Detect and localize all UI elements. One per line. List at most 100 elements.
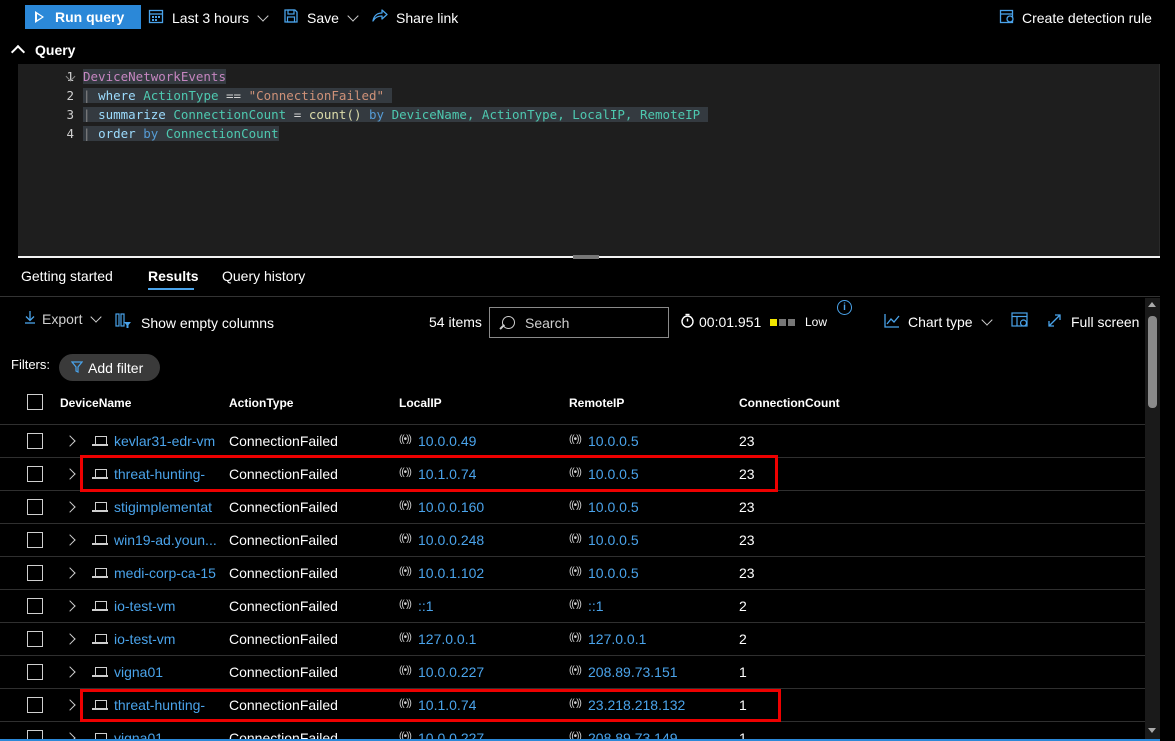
column-header-connectioncount[interactable]: ConnectionCount: [739, 396, 840, 410]
time-range-dropdown[interactable]: Last 3 hours: [148, 8, 269, 28]
local-ip-link[interactable]: 127.0.0.1: [418, 631, 476, 647]
usage-bar-filled: [770, 318, 777, 326]
chevron-right-icon[interactable]: [64, 567, 76, 579]
local-ip-link[interactable]: 10.0.0.248: [418, 532, 484, 548]
table-row[interactable]: vigna01 ConnectionFailed ((•)) 10.0.0.227((…: [0, 721, 1145, 741]
row-checkbox[interactable]: [27, 697, 43, 713]
customize-columns-button[interactable]: [1011, 312, 1029, 331]
chevron-right-icon[interactable]: [64, 501, 76, 513]
table-row[interactable]: io-test-vm ConnectionFailed ((•))::1 ((•)):…: [0, 589, 1145, 622]
collapse-query-icon[interactable]: [10, 44, 26, 60]
local-ip-link[interactable]: 10.0.0.227: [418, 664, 484, 680]
scroll-up-arrow-icon[interactable]: [1148, 302, 1156, 307]
remote-ip-link[interactable]: 10.0.0.5: [588, 532, 639, 548]
table-row[interactable]: kevlar31-edr-vm ConnectionFailed ((•)) 10.0…: [0, 424, 1145, 457]
usage-bar-empty: [779, 318, 786, 326]
local-ip-link[interactable]: 10.0.0.49: [418, 433, 476, 449]
row-checkbox[interactable]: [27, 466, 43, 482]
column-header-localip[interactable]: LocalIP: [399, 396, 442, 410]
column-header-actiontype[interactable]: ActionType: [229, 396, 293, 410]
laptop-icon: [92, 634, 108, 644]
code-field: ActionType: [143, 88, 219, 103]
row-checkbox[interactable]: [27, 433, 43, 449]
download-icon: [24, 310, 36, 327]
scroll-down-arrow-icon[interactable]: [1148, 728, 1156, 733]
device-name-link[interactable]: win19-ad.youn...: [114, 532, 217, 548]
highlight-box: [80, 455, 778, 492]
row-checkbox[interactable]: [27, 664, 43, 680]
query-section-title: Query: [35, 42, 76, 58]
device-name-link[interactable]: kevlar31-edr-vm: [114, 433, 215, 449]
chevron-right-icon[interactable]: [64, 600, 76, 612]
table-row[interactable]: medi-corp-ca-15 ConnectionFailed ((•)) 10.0…: [0, 556, 1145, 589]
chevron-right-icon[interactable]: [64, 468, 76, 480]
add-filter-button[interactable]: Add filter: [59, 354, 160, 381]
full-screen-button[interactable]: Full screen: [1047, 313, 1139, 331]
chevron-right-icon[interactable]: [64, 666, 76, 678]
tab-query-history[interactable]: Query history: [222, 268, 305, 284]
code-keyword: order: [98, 126, 136, 141]
remote-ip-link[interactable]: 10.0.0.5: [588, 565, 639, 581]
table-row[interactable]: io-test-vm ConnectionFailed ((•)) 127.0.0.1…: [0, 622, 1145, 655]
code-keyword: where: [98, 88, 136, 103]
chart-type-dropdown[interactable]: Chart type: [884, 313, 993, 331]
code-operator: ==: [226, 88, 242, 103]
connection-count-cell: 23: [739, 499, 755, 515]
export-dropdown[interactable]: Export: [24, 310, 103, 327]
save-dropdown[interactable]: Save: [283, 8, 359, 28]
device-name-link[interactable]: io-test-vm: [114, 598, 175, 614]
table-row[interactable]: win19-ad.youn... ConnectionFailed ((•)) 10.…: [0, 523, 1145, 556]
search-input[interactable]: Search: [489, 307, 669, 338]
items-count: 54 items: [429, 314, 482, 330]
row-checkbox[interactable]: [27, 532, 43, 548]
chevron-right-icon[interactable]: [64, 633, 76, 645]
device-name-link[interactable]: vigna01: [114, 664, 163, 680]
ip-address-icon: ((•)): [569, 434, 582, 445]
remote-ip-link[interactable]: 127.0.0.1: [588, 631, 646, 647]
columns-settings-icon: [1011, 312, 1029, 331]
local-ip-link[interactable]: 10.0.0.160: [418, 499, 484, 515]
column-header-remoteip[interactable]: RemoteIP: [569, 396, 624, 410]
connection-count-cell: 2: [739, 598, 747, 614]
row-checkbox[interactable]: [27, 631, 43, 647]
chevron-right-icon[interactable]: [64, 534, 76, 546]
share-link-button[interactable]: Share link: [371, 8, 458, 28]
tab-getting-started[interactable]: Getting started: [21, 268, 113, 284]
splitter-grip-handle[interactable]: [573, 255, 599, 259]
row-checkbox[interactable]: [27, 598, 43, 614]
scrollbar-thumb[interactable]: [1148, 316, 1157, 408]
device-name-link[interactable]: stigimplementat: [114, 499, 212, 515]
show-empty-columns-label: Show empty columns: [141, 314, 275, 331]
play-icon: [35, 11, 44, 23]
table-row[interactable]: vigna01 ConnectionFailed ((•)) 10.0.0.227((…: [0, 655, 1145, 688]
select-all-checkbox[interactable]: [27, 394, 43, 410]
code-pipe: |: [83, 107, 91, 122]
table-row[interactable]: stigimplementat ConnectionFailed ((•)) 10.0…: [0, 490, 1145, 523]
query-editor[interactable]: 1 2 3 4 DeviceNetworkEvents | where Acti…: [18, 64, 1160, 256]
remote-ip-link[interactable]: ::1: [588, 598, 604, 614]
device-name-link[interactable]: medi-corp-ca-15: [114, 565, 216, 581]
connection-count-cell: 2: [739, 631, 747, 647]
connection-count-cell: 23: [739, 532, 755, 548]
top-toolbar: Run query Last 3 hours Save Share link C…: [0, 0, 1175, 34]
row-checkbox[interactable]: [27, 565, 43, 581]
code-columns: DeviceName, ActionType, LocalIP, RemoteI…: [391, 107, 701, 122]
chevron-right-icon[interactable]: [64, 699, 76, 711]
code-operator: =: [293, 107, 302, 122]
run-query-button[interactable]: Run query: [25, 5, 141, 29]
local-ip-link[interactable]: 10.0.1.102: [418, 565, 484, 581]
local-ip-link[interactable]: ::1: [418, 598, 434, 614]
ip-address-icon: ((•)): [569, 533, 582, 544]
column-header-devicename[interactable]: DeviceName: [60, 396, 131, 410]
row-checkbox[interactable]: [27, 499, 43, 515]
remote-ip-link[interactable]: 10.0.0.5: [588, 433, 639, 449]
tab-results[interactable]: Results: [148, 268, 199, 284]
share-link-label: Share link: [396, 10, 459, 26]
show-empty-columns-toggle[interactable]: Show empty columns: [115, 313, 274, 332]
info-icon[interactable]: i: [837, 300, 852, 315]
remote-ip-link[interactable]: 208.89.73.151: [588, 664, 678, 680]
device-name-link[interactable]: io-test-vm: [114, 631, 175, 647]
remote-ip-link[interactable]: 10.0.0.5: [588, 499, 639, 515]
create-detection-rule-button[interactable]: Create detection rule: [999, 8, 1152, 28]
chevron-right-icon[interactable]: [64, 435, 76, 447]
